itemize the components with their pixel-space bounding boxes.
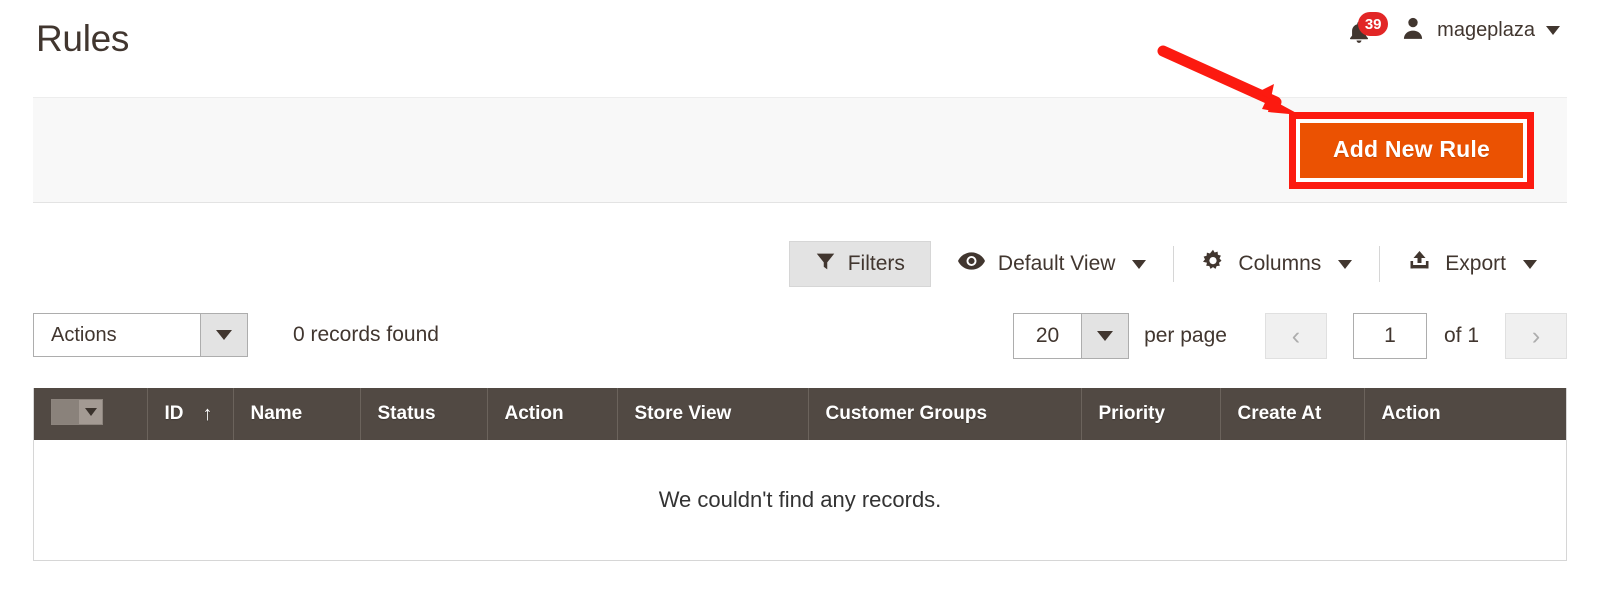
eye-icon [957,251,985,277]
user-name: mageplaza [1437,18,1535,41]
column-header-select-all[interactable] [34,388,148,440]
columns-label: Columns [1238,252,1322,275]
filters-label: Filters [847,252,905,275]
column-header-action[interactable]: Action [487,388,618,440]
column-header-action-column[interactable]: Action [1364,388,1566,440]
per-page-value: 20 [1035,324,1060,347]
chevron-down-icon [84,407,97,416]
total-pages-label: of 1 [1443,324,1479,347]
chevron-down-icon [216,330,232,340]
page-title: Rules [36,18,130,59]
column-header-status[interactable]: Status [360,388,488,440]
header-actions: 39 mageplaza [1344,12,1560,46]
grid-header-row: ID ↑ Name Status Action Store View Custo… [34,388,1566,440]
export-label: Export [1445,252,1506,275]
funnel-icon [815,251,836,278]
column-label-id: ID [164,402,184,424]
per-page-caret-box[interactable] [1081,314,1129,358]
columns-selector[interactable]: Columns [1174,246,1379,282]
empty-message: We couldn't find any records. [34,440,1566,560]
records-found-text: 0 records found [293,323,439,346]
chevron-down-icon [1546,25,1560,35]
grid-empty-row: We couldn't find any records. [34,440,1566,560]
column-header-create-at[interactable]: Create At [1220,388,1365,440]
rules-data-grid: ID ↑ Name Status Action Store View Custo… [33,388,1567,561]
page-header: Rules 39 mageplaza [0,0,1600,96]
add-new-rule-highlight-annotation: Add New Rule [1288,112,1534,189]
notification-count-badge: 39 [1358,12,1389,36]
column-header-id[interactable]: ID ↑ [147,388,234,440]
next-page-button[interactable]: › [1505,313,1567,359]
per-page-select[interactable]: 20 [1013,313,1130,359]
per-page-label: per page [1144,324,1227,347]
select-all-caret[interactable] [79,399,102,424]
pagination-controls: 20 per page ‹ 1 of 1 › [1013,313,1567,359]
select-all-checkbox[interactable] [52,399,79,424]
mass-actions-label: Actions [51,323,117,346]
column-header-store-view[interactable]: Store View [617,388,809,440]
chevron-down-icon [1338,259,1353,269]
previous-page-button[interactable]: ‹ [1264,313,1327,359]
add-new-rule-button[interactable]: Add New Rule [1299,123,1523,178]
column-header-priority[interactable]: Priority [1081,388,1221,440]
export-upload-icon [1407,250,1432,278]
default-view-label: Default View [997,252,1116,275]
select-all-dropdown[interactable] [51,398,103,425]
user-avatar-icon [1400,15,1426,46]
user-menu[interactable]: mageplaza [1400,15,1560,46]
grid-body: We couldn't find any records. [34,440,1566,560]
rules-grid-page: Rules 39 mageplaza Add New Rule Filters … [0,0,1600,608]
column-header-name[interactable]: Name [233,388,361,440]
column-header-customer-groups[interactable]: Customer Groups [808,388,1082,440]
gear-icon [1201,249,1225,279]
mass-actions-caret-box[interactable] [200,314,247,356]
chevron-down-icon [1097,331,1114,341]
chevron-down-icon [1523,259,1537,269]
default-view-selector[interactable]: Default View [931,246,1174,282]
filters-button[interactable]: Filters [788,241,931,287]
export-selector[interactable]: Export [1380,246,1564,282]
grid-toolbar: Filters Default View Columns Export [788,240,1564,288]
notifications-bell-button[interactable]: 39 [1344,12,1389,46]
current-page-input[interactable]: 1 [1352,313,1427,359]
chevron-down-icon [1132,259,1147,269]
mass-actions-select[interactable]: Actions [33,313,248,357]
page-actions-band: Add New Rule [33,97,1567,203]
grid-controls-row: Actions 0 records found 20 per page ‹ 1 … [33,313,1567,361]
sort-ascending-icon: ↑ [202,402,213,425]
